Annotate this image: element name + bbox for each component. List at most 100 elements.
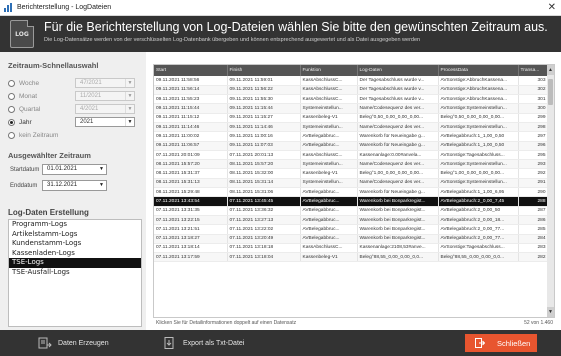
cell-process-data: AVBelegabbruch:2_0,00_77... [438, 234, 519, 244]
cell-transaction: 302 [518, 85, 549, 96]
cell-function: Systemeinstellun... [300, 122, 358, 133]
week-select[interactable]: 47/2021 ▼ [75, 78, 135, 88]
table-row[interactable]: 07.11.2021 13:22:15 07.11.2021 13:27:13 AV… [154, 215, 549, 226]
cell-finish: 07.11.2021 13:22:02 [227, 224, 301, 235]
table-row[interactable]: 09.11.2021 11:15:12 09.11.2021 11:15:27 Ka… [154, 113, 549, 124]
radio-month[interactable]: Monat [8, 91, 37, 101]
table-row[interactable]: 08.11.2021 15:31:13 08.11.2021 15:31:14 Sy… [154, 178, 549, 189]
radio-button[interactable] [8, 131, 15, 139]
table-row[interactable]: 07.11.2021 13:18:14 07.11.2021 13:18:18 Ka… [154, 243, 549, 254]
radio-year[interactable]: Jahr [8, 117, 32, 127]
column-header-function[interactable]: Funktion [300, 65, 358, 76]
cell-process-data: AVSonstige:Tagesabschluss... [438, 150, 519, 161]
radio-week[interactable]: Woche [8, 78, 39, 88]
cell-function: AVBelegabbruc... [300, 206, 358, 216]
create-data-button[interactable]: Daten Erzeugen [38, 335, 109, 351]
radio-button[interactable] [8, 79, 15, 87]
chevron-down-icon[interactable]: ▼ [97, 181, 106, 190]
cell-finish: 07.11.2021 13:18:18 [227, 243, 301, 254]
vertical-scrollbar[interactable]: ▲ ▼ [547, 65, 554, 317]
cell-finish: 09.11.2021 11:14:46 [227, 122, 301, 133]
cell-transaction: 282 [518, 252, 549, 263]
close-button[interactable]: Schließen [465, 334, 537, 352]
end-date-picker[interactable]: 31.12.2021 ▼ [42, 180, 107, 191]
table-row[interactable]: 09.11.2021 11:55:23 09.11.2021 11:55:30 Ka… [154, 94, 549, 105]
cell-transaction: 287 [518, 206, 549, 216]
list-item[interactable]: TSE-Ausfall-Logs [9, 268, 141, 278]
column-header-log-data[interactable]: Log-Daten [357, 65, 439, 76]
log-creation-title: Log-Daten Erstellung [8, 208, 89, 217]
cell-log-data: Der Tagesabschluss wurde v... [357, 76, 439, 86]
column-header-process-data[interactable]: ProcessData [438, 65, 519, 76]
month-select[interactable]: 11/2021 ▼ [75, 91, 135, 101]
log-data-grid[interactable]: Start Finish Funktion Log-Daten ProcessD… [153, 64, 555, 318]
cell-transaction: 300 [518, 103, 549, 114]
table-row[interactable]: 09.11.2021 11:06:57 09.11.2021 11:07:03 AV… [154, 141, 549, 151]
cell-start: 09.11.2021 11:55:23 [154, 94, 228, 105]
column-header-finish[interactable]: Finish [227, 65, 301, 76]
table-row[interactable]: 09.11.2021 11:15:44 09.11.2021 11:15:44 Sy… [154, 103, 549, 114]
scroll-thumb[interactable] [548, 79, 553, 105]
table-row[interactable]: 07.11.2021 20:01:09 07.11.2021 20:01:13 Ka… [154, 150, 549, 161]
export-txt-label: Export als Txt-Datei [183, 339, 245, 347]
cell-function: KassAbschlussC... [300, 150, 358, 161]
cell-start: 07.11.2021 13:18:14 [154, 243, 228, 254]
report-chart-icon [4, 3, 13, 12]
table-row[interactable]: 07.11.2021 13:17:59 07.11.2021 13:18:04 Ka… [154, 252, 549, 263]
chevron-down-icon: ▼ [125, 79, 134, 87]
cell-log-data: Beleg°0,50_0,00_0,00_0,00... [357, 113, 439, 124]
table-row-selected[interactable]: 07.11.2021 13:43:54 07.11.2021 13:45:45 AV… [154, 196, 549, 207]
cell-finish: 07.11.2021 13:36:32 [227, 206, 301, 216]
radio-button[interactable] [8, 105, 15, 113]
cell-process-data: AVSonstige:Systemeinstellun... [438, 103, 519, 114]
end-date-row: Enddatum 31.12.2021 ▼ [10, 180, 107, 191]
start-date-picker[interactable]: 01.01.2021 ▼ [42, 164, 107, 175]
cell-finish: 09.11.2021 11:00:16 [227, 131, 301, 142]
selected-period-title: Ausgewählter Zeitraum [8, 151, 91, 160]
cell-transaction: 303 [518, 76, 549, 86]
radio-button[interactable] [8, 92, 15, 100]
radio-quarter[interactable]: Quartal [8, 104, 40, 114]
cell-process-data: AVSonstige:Systemeinstellun... [438, 159, 519, 170]
table-row[interactable]: 09.11.2021 11:56:14 09.11.2021 11:56:22 Ka… [154, 85, 549, 96]
cell-transaction: 292 [518, 168, 549, 179]
log-type-list[interactable]: Programm-Logs Artikelstamm-Logs Kundenst… [8, 219, 142, 327]
year-select[interactable]: 2021 ▼ [75, 117, 135, 127]
column-header-transaction[interactable]: Transa... [518, 65, 549, 76]
table-row[interactable]: 08.11.2021 15:57:20 08.11.2021 15:57:20 Sy… [154, 159, 549, 170]
cell-function: AVBelegabbruc... [300, 224, 358, 235]
table-row[interactable]: 09.11.2021 11:00:02 09.11.2021 11:00:16 AV… [154, 131, 549, 142]
table-row[interactable]: 09.11.2021 11:58:56 09.11.2021 11:59:01 Ka… [154, 76, 549, 86]
scroll-down-icon[interactable]: ▼ [547, 307, 554, 317]
list-item[interactable]: Kundenstamm-Logs [9, 239, 141, 249]
export-txt-button[interactable]: Export als Txt-Datei [163, 335, 244, 351]
cell-process-data: Beleg°0,50_0,00_0,00_0,00... [438, 113, 519, 124]
table-row[interactable]: 08.11.2021 15:31:37 08.11.2021 15:32:00 Ka… [154, 168, 549, 179]
cell-finish: 09.11.2021 11:15:27 [227, 113, 301, 124]
table-row[interactable]: 07.11.2021 13:21:51 07.11.2021 13:22:02 AV… [154, 224, 549, 235]
scroll-up-icon[interactable]: ▲ [547, 65, 554, 75]
radio-button-checked[interactable] [8, 118, 15, 126]
quarter-select[interactable]: 4/2021 ▼ [75, 104, 135, 114]
table-row[interactable]: 09.11.2021 11:14:46 09.11.2021 11:14:46 Sy… [154, 122, 549, 133]
cell-process-data: AVSonstige:AbbruchKassena... [438, 85, 519, 96]
cell-log-data: Warenkorb für Neueingabe g... [357, 187, 439, 198]
list-item[interactable]: Artikelstamm-Logs [9, 230, 141, 240]
chevron-down-icon[interactable]: ▼ [97, 165, 106, 174]
cell-log-data: Der Tagesabschluss wurde v... [357, 85, 439, 96]
list-item-selected[interactable]: TSE-Logs [9, 258, 141, 268]
window-title: Berichterstellung - LogDateien [17, 4, 112, 11]
end-date-label: Enddatum [10, 182, 38, 189]
table-row[interactable]: 08.11.2021 15:29:48 08.11.2021 15:31:06 AV… [154, 187, 549, 198]
radio-no-period[interactable]: kein Zeitraum [8, 130, 58, 140]
list-item[interactable]: Programm-Logs [9, 220, 141, 230]
cell-start: 09.11.2021 11:15:44 [154, 103, 228, 114]
column-header-start[interactable]: Start [154, 65, 228, 76]
table-row[interactable]: 07.11.2021 13:31:35 07.11.2021 13:36:32 AV… [154, 206, 549, 216]
cell-start: 08.11.2021 15:29:48 [154, 187, 228, 198]
window-close-icon[interactable]: ✕ [548, 2, 556, 14]
list-item[interactable]: Kassenladen-Logs [9, 249, 141, 259]
create-data-label: Daten Erzeugen [58, 339, 109, 347]
table-row[interactable]: 07.11.2021 13:18:27 07.11.2021 13:20:49 AV… [154, 234, 549, 244]
cell-transaction: 298 [518, 122, 549, 133]
